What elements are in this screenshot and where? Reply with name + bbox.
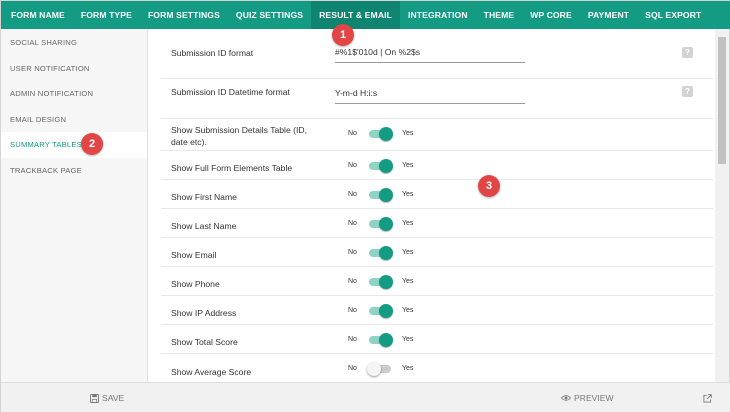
toggle-row-average-score: Show Average Score No Yes bbox=[161, 354, 713, 382]
toggle-row-submission-details: Show Submission Details Table (ID, date … bbox=[161, 119, 713, 151]
toggle-label: Show Email bbox=[171, 250, 217, 260]
preview-button[interactable]: PREVIEW bbox=[561, 383, 614, 412]
toggle-label: Show Submission Details Table (ID, date … bbox=[171, 125, 307, 147]
open-external-button[interactable] bbox=[703, 383, 712, 412]
toggle-yes-label: Yes bbox=[402, 162, 414, 169]
toggle-yes-label: Yes bbox=[402, 191, 414, 198]
toggle-yes-label: Yes bbox=[402, 130, 414, 137]
sidebar-item-summary-tables[interactable]: SUMMARY TABLES bbox=[1, 132, 147, 158]
toggle-row-email: Show Email No Yes bbox=[161, 238, 713, 267]
toggle-no-label: No bbox=[348, 307, 357, 314]
toggle-switch[interactable] bbox=[367, 246, 393, 260]
toggle-yes-label: Yes bbox=[402, 220, 414, 227]
toggle-switch[interactable] bbox=[367, 159, 393, 173]
toggle-label: Show Total Score bbox=[171, 337, 238, 347]
toggle-switch[interactable] bbox=[367, 362, 393, 376]
toggle-switch[interactable] bbox=[367, 188, 393, 202]
toggle-yes-label: Yes bbox=[402, 278, 414, 285]
tab-result-email[interactable]: RESULT & EMAIL bbox=[311, 1, 400, 29]
tab-form-settings[interactable]: FORM SETTINGS bbox=[140, 1, 228, 29]
submission-id-format-row: Submission ID format #%1$'010d | On %2$s… bbox=[161, 29, 713, 79]
submission-id-format-label: Submission ID format bbox=[171, 48, 254, 58]
toggle-yes-label: Yes bbox=[402, 307, 414, 314]
annotation-badge-2: 2 bbox=[81, 133, 103, 155]
toggle-label: Show Average Score bbox=[171, 367, 252, 377]
toggle-no-label: No bbox=[348, 220, 357, 227]
eye-icon bbox=[561, 395, 571, 401]
toggle-row-total-score: Show Total Score No Yes bbox=[161, 325, 713, 354]
toggle-yes-label: Yes bbox=[402, 249, 414, 256]
toggle-no-label: No bbox=[348, 191, 357, 198]
preview-button-label: PREVIEW bbox=[574, 393, 614, 403]
settings-panel: Submission ID format #%1$'010d | On %2$s… bbox=[161, 29, 713, 382]
annotation-badge-3: 3 bbox=[478, 175, 500, 197]
sidebar: SOCIAL SHARING USER NOTIFICATION ADMIN N… bbox=[1, 29, 148, 382]
toggle-switch[interactable] bbox=[367, 127, 393, 141]
tab-integration[interactable]: INTEGRATION bbox=[400, 1, 476, 29]
toggle-switch[interactable] bbox=[367, 275, 393, 289]
tab-quiz-settings[interactable]: QUIZ SETTINGS bbox=[228, 1, 311, 29]
toggle-switch[interactable] bbox=[367, 333, 393, 347]
submission-datetime-format-input[interactable]: Y-m-d H:i:s bbox=[335, 86, 525, 104]
toggle-no-label: No bbox=[348, 336, 357, 343]
sidebar-item-user-notification[interactable]: USER NOTIFICATION bbox=[1, 56, 147, 82]
tab-theme[interactable]: THEME bbox=[476, 1, 523, 29]
toggle-no-label: No bbox=[348, 278, 357, 285]
scrollbar[interactable] bbox=[715, 29, 729, 382]
toggle-label: Show Phone bbox=[171, 279, 220, 289]
toggle-label: Show First Name bbox=[171, 192, 237, 202]
tab-wp-core[interactable]: WP CORE bbox=[522, 1, 580, 29]
save-button[interactable]: SAVE bbox=[90, 383, 124, 412]
toggle-label: Show Full Form Elements Table bbox=[171, 163, 293, 173]
toggle-yes-label: Yes bbox=[402, 365, 414, 372]
sidebar-item-trackback-page[interactable]: TRACKBACK PAGE bbox=[1, 158, 147, 184]
toggle-label: Show Last Name bbox=[171, 221, 237, 231]
tab-form-name[interactable]: FORM NAME bbox=[3, 1, 73, 29]
toggle-row-last-name: Show Last Name No Yes bbox=[161, 209, 713, 238]
sidebar-item-admin-notification[interactable]: ADMIN NOTIFICATION bbox=[1, 81, 147, 107]
floppy-disk-icon bbox=[90, 393, 99, 403]
toggle-no-label: No bbox=[348, 130, 357, 137]
submission-datetime-format-row: Submission ID Datetime format Y-m-d H:i:… bbox=[161, 79, 713, 119]
tab-form-type[interactable]: FORM TYPE bbox=[73, 1, 140, 29]
save-button-label: SAVE bbox=[102, 393, 125, 403]
tab-sql-export[interactable]: SQL EXPORT bbox=[637, 1, 709, 29]
toggle-no-label: No bbox=[348, 365, 357, 372]
toggle-row-first-name: Show First Name No Yes bbox=[161, 180, 713, 209]
toggle-no-label: No bbox=[348, 162, 357, 169]
submission-id-format-input[interactable]: #%1$'010d | On %2$s bbox=[335, 45, 525, 63]
toggle-switch[interactable] bbox=[367, 304, 393, 318]
toggle-no-label: No bbox=[348, 249, 357, 256]
scrollbar-thumb[interactable] bbox=[718, 37, 726, 164]
annotation-badge-1: 1 bbox=[332, 24, 354, 46]
toggle-row-full-form: Show Full Form Elements Table No Yes bbox=[161, 151, 713, 180]
help-icon[interactable]: ? bbox=[682, 47, 693, 58]
toggle-label: Show IP Address bbox=[171, 308, 237, 318]
external-link-icon bbox=[703, 393, 712, 403]
toggle-yes-label: Yes bbox=[402, 336, 414, 343]
top-nav: FORM NAME FORM TYPE FORM SETTINGS QUIZ S… bbox=[1, 1, 730, 29]
help-icon[interactable]: ? bbox=[682, 86, 693, 97]
sidebar-item-social-sharing[interactable]: SOCIAL SHARING bbox=[1, 30, 147, 56]
tab-payment[interactable]: PAYMENT bbox=[580, 1, 637, 29]
toggle-row-phone: Show Phone No Yes bbox=[161, 267, 713, 296]
toggle-row-ip-address: Show IP Address No Yes bbox=[161, 296, 713, 325]
submission-datetime-format-label: Submission ID Datetime format bbox=[171, 87, 290, 97]
sidebar-item-email-design[interactable]: EMAIL DESIGN bbox=[1, 107, 147, 133]
toggle-switch[interactable] bbox=[367, 217, 393, 231]
bottom-bar: SAVE PREVIEW bbox=[1, 382, 730, 412]
